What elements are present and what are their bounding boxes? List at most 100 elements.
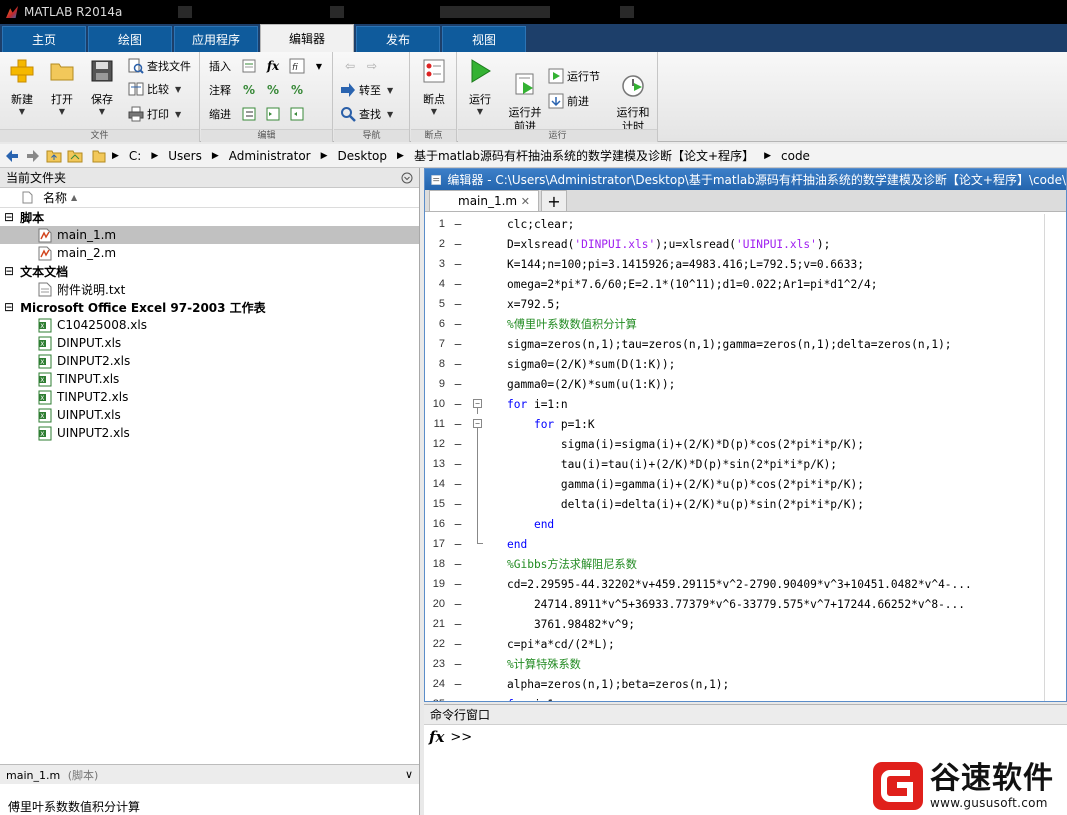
code-line[interactable]: 5– x=792.5; bbox=[425, 294, 1066, 314]
find-button[interactable]: 查找 ▼ bbox=[340, 104, 393, 124]
tab-view[interactable]: 视图 bbox=[442, 26, 526, 52]
code-line[interactable]: 9– gamma0=(2/K)*sum(u(1:K)); bbox=[425, 374, 1066, 394]
section-scripts[interactable]: ⊟ 脚本 bbox=[0, 208, 419, 226]
command-input-line[interactable]: fx >> bbox=[424, 725, 1067, 749]
insert-button[interactable]: 插入 bbox=[209, 56, 231, 76]
code-line[interactable]: 23– %计算特殊系数 bbox=[425, 654, 1066, 674]
breadcrumb-item[interactable]: C: bbox=[125, 149, 145, 163]
collapse-minus-icon[interactable]: ⊟ bbox=[4, 264, 14, 278]
breakpoint-gutter[interactable]: – bbox=[445, 478, 471, 491]
insert-function-icon[interactable]: fi bbox=[287, 56, 307, 76]
advance-button[interactable]: 前进 bbox=[548, 91, 589, 111]
code-line[interactable]: 22– c=pi*a*cd/(2*L); bbox=[425, 634, 1066, 654]
breakpoint-gutter[interactable]: – bbox=[445, 418, 471, 431]
name-column-header[interactable]: 名称 ▲ bbox=[0, 188, 419, 208]
code-line[interactable]: 8– sigma0=(2/K)*sum(D(1:K)); bbox=[425, 354, 1066, 374]
breakpoints-button[interactable]: 断点 ▼ bbox=[414, 58, 454, 116]
close-icon[interactable]: ✕ bbox=[521, 195, 530, 208]
nav-back-icon[interactable]: ⇦ bbox=[340, 56, 360, 76]
smart-indent-icon[interactable] bbox=[239, 104, 259, 124]
run-and-advance-button[interactable]: 运行并 前进 bbox=[502, 58, 548, 134]
uncomment-icon[interactable]: % bbox=[263, 80, 283, 100]
breakpoint-gutter[interactable]: – bbox=[445, 578, 471, 591]
breakpoint-gutter[interactable]: – bbox=[445, 518, 471, 531]
breakpoint-gutter[interactable]: – bbox=[445, 358, 471, 371]
code-line[interactable]: 4– omega=2*pi*7.6/60;E=2.1*(10^11);d1=0.0… bbox=[425, 274, 1066, 294]
forward-icon[interactable] bbox=[24, 147, 42, 165]
code-line[interactable]: 1– clc;clear; bbox=[425, 214, 1066, 234]
file-item[interactable]: X UINPUT2.xls bbox=[0, 424, 419, 442]
function-fx-icon[interactable]: fx bbox=[263, 56, 283, 76]
comment-percent-icon[interactable]: % bbox=[239, 80, 259, 100]
indent-button[interactable]: 缩进 bbox=[209, 104, 231, 124]
file-item[interactable]: X TINPUT2.xls bbox=[0, 388, 419, 406]
breakpoint-gutter[interactable]: – bbox=[445, 338, 471, 351]
breakpoint-gutter[interactable]: – bbox=[445, 438, 471, 451]
collapse-minus-icon[interactable]: ⊟ bbox=[4, 210, 14, 224]
breakpoint-gutter[interactable]: – bbox=[445, 618, 471, 631]
open-button[interactable]: 打开 ▼ bbox=[42, 58, 82, 116]
breakpoint-gutter[interactable]: – bbox=[445, 678, 471, 691]
code-line[interactable]: 11– − for p=1:K bbox=[425, 414, 1066, 434]
code-line[interactable]: 25 for i=1:n bbox=[425, 694, 1066, 702]
panel-menu-icon[interactable] bbox=[401, 172, 413, 184]
code-line[interactable]: 21– 3761.98482*v^9; bbox=[425, 614, 1066, 634]
wrap-comment-icon[interactable]: % bbox=[287, 80, 307, 100]
code-line[interactable]: 19– cd=2.29595-44.32202*v+459.29115*v^2-2… bbox=[425, 574, 1066, 594]
code-line[interactable]: 7– sigma=zeros(n,1);tau=zeros(n,1);gamma=… bbox=[425, 334, 1066, 354]
tab-apps[interactable]: 应用程序 bbox=[174, 26, 258, 52]
comment-button[interactable]: 注释 bbox=[209, 80, 231, 100]
decrease-indent-icon[interactable] bbox=[287, 104, 307, 124]
breakpoint-gutter[interactable]: – bbox=[445, 558, 471, 571]
breadcrumb-item[interactable]: 基于matlab源码有杆抽油系统的数学建模及诊断【论文+程序】 bbox=[410, 147, 758, 164]
find-files-button[interactable]: 查找文件 bbox=[128, 56, 191, 76]
code-line[interactable]: 6– %傅里叶系数数值积分计算 bbox=[425, 314, 1066, 334]
code-line[interactable]: 13– tau(i)=tau(i)+(2/K)*D(p)*sin(2*pi*i*… bbox=[425, 454, 1066, 474]
breakpoint-gutter[interactable]: – bbox=[445, 638, 471, 651]
insert-dropdown-icon[interactable]: ▼ bbox=[309, 56, 329, 76]
run-and-time-button[interactable]: 运行和 计时 bbox=[610, 58, 656, 134]
breakpoint-gutter[interactable]: – bbox=[445, 598, 471, 611]
new-tab-plus-icon[interactable]: + bbox=[541, 190, 567, 211]
breadcrumb-item[interactable]: Users bbox=[164, 149, 206, 163]
code-line[interactable]: 16– end bbox=[425, 514, 1066, 534]
file-details-bar[interactable]: main_1.m (脚本) ∨ bbox=[0, 764, 419, 784]
file-item[interactable]: X TINPUT.xls bbox=[0, 370, 419, 388]
code-line[interactable]: 20– 24714.8911*v^5+36933.77379*v^6-33779… bbox=[425, 594, 1066, 614]
code-line[interactable]: 10– − for i=1:n bbox=[425, 394, 1066, 414]
save-button[interactable]: 保存 ▼ bbox=[82, 58, 122, 116]
section-excel[interactable]: ⊟ Microsoft Office Excel 97-2003 工作表 bbox=[0, 298, 419, 316]
file-item[interactable]: X C10425008.xls bbox=[0, 316, 419, 334]
file-item[interactable]: X UINPUT.xls bbox=[0, 406, 419, 424]
breakpoint-gutter[interactable]: – bbox=[445, 218, 471, 231]
code-line[interactable]: 15– delta(i)=delta(i)+(2/K)*u(p)*sin(2*p… bbox=[425, 494, 1066, 514]
breakpoint-gutter[interactable]: – bbox=[445, 538, 471, 551]
tab-publish[interactable]: 发布 bbox=[356, 26, 440, 52]
breakpoint-gutter[interactable]: – bbox=[445, 258, 471, 271]
breakpoint-gutter[interactable]: – bbox=[445, 658, 471, 671]
back-icon[interactable] bbox=[3, 147, 21, 165]
file-item[interactable]: X DINPUT2.xls bbox=[0, 352, 419, 370]
run-button[interactable]: 运行 ▼ bbox=[460, 58, 500, 116]
code-line[interactable]: 18– %Gibbs方法求解阻尼系数 bbox=[425, 554, 1066, 574]
breakpoint-gutter[interactable]: – bbox=[445, 498, 471, 511]
code-line[interactable]: 3– K=144;n=100;pi=3.1415926;a=4983.416;L=… bbox=[425, 254, 1066, 274]
nav-forward-icon[interactable]: ⇨ bbox=[362, 56, 382, 76]
chevron-down-icon[interactable]: ∨ bbox=[405, 768, 413, 781]
new-button[interactable]: 新建 ▼ bbox=[2, 58, 42, 116]
breakpoint-gutter[interactable]: – bbox=[445, 278, 471, 291]
print-button[interactable]: 打印 ▼ bbox=[128, 104, 181, 124]
run-section-button[interactable]: 运行节 bbox=[548, 66, 600, 86]
code-line[interactable]: 24– alpha=zeros(n,1);beta=zeros(n,1); bbox=[425, 674, 1066, 694]
file-item[interactable]: X DINPUT.xls bbox=[0, 334, 419, 352]
function-browser-fx-icon[interactable]: fx bbox=[429, 728, 444, 746]
section-text-docs[interactable]: ⊟ 文本文档 bbox=[0, 262, 419, 280]
breakpoint-gutter[interactable]: – bbox=[445, 378, 471, 391]
breakpoint-gutter[interactable]: – bbox=[445, 458, 471, 471]
up-folder-icon[interactable] bbox=[45, 147, 63, 165]
breadcrumb-item[interactable]: Administrator bbox=[225, 149, 315, 163]
compare-button[interactable]: 比较 ▼ bbox=[128, 79, 181, 99]
editor-tab-main-1[interactable]: main_1.m ✕ bbox=[429, 190, 539, 211]
breadcrumb-item[interactable]: Desktop bbox=[334, 149, 392, 163]
tab-plots[interactable]: 绘图 bbox=[88, 26, 172, 52]
